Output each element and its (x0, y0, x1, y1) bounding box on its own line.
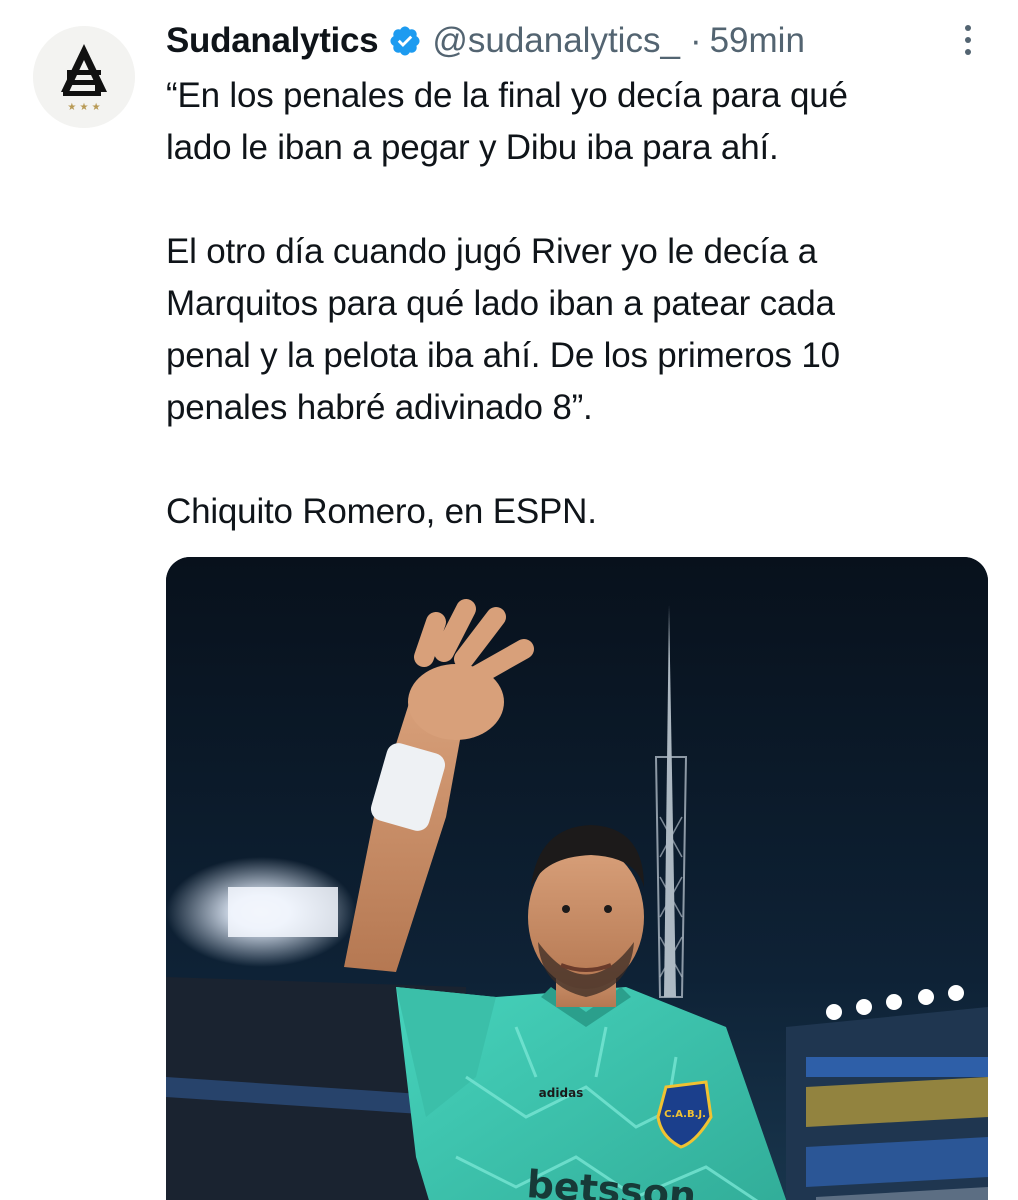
sudanalytics-logo-icon: ★ ★ ★ (33, 26, 135, 128)
svg-text:★ ★ ★: ★ ★ ★ (67, 102, 100, 113)
more-dot (965, 37, 971, 43)
tweet-text: “En los penales de la final yo decía par… (166, 76, 848, 531)
verified-badge-icon (390, 26, 420, 56)
tweet-header: Sudanalytics @sudanalytics_ · 59min (166, 18, 805, 64)
tweet-photo[interactable]: C.A.B.J. adidas betsson (166, 557, 988, 1200)
crest-label: C.A.B.J. (664, 1109, 706, 1120)
more-dot (965, 49, 971, 55)
kit-brand-label: adidas (539, 1086, 584, 1100)
avatar[interactable]: ★ ★ ★ (33, 26, 135, 128)
author-handle[interactable]: @sudanalytics_ (432, 21, 680, 61)
author-display-name[interactable]: Sudanalytics (166, 21, 379, 61)
more-dot (965, 25, 971, 31)
more-options-icon[interactable] (948, 20, 988, 60)
tweet[interactable]: ★ ★ ★ Sudanalytics @sudanalytics_ · 59mi… (0, 0, 1018, 1200)
photo-scene: C.A.B.J. adidas betsson (166, 557, 988, 1200)
separator-dot: · (689, 21, 702, 60)
timestamp[interactable]: 59min (710, 21, 805, 61)
